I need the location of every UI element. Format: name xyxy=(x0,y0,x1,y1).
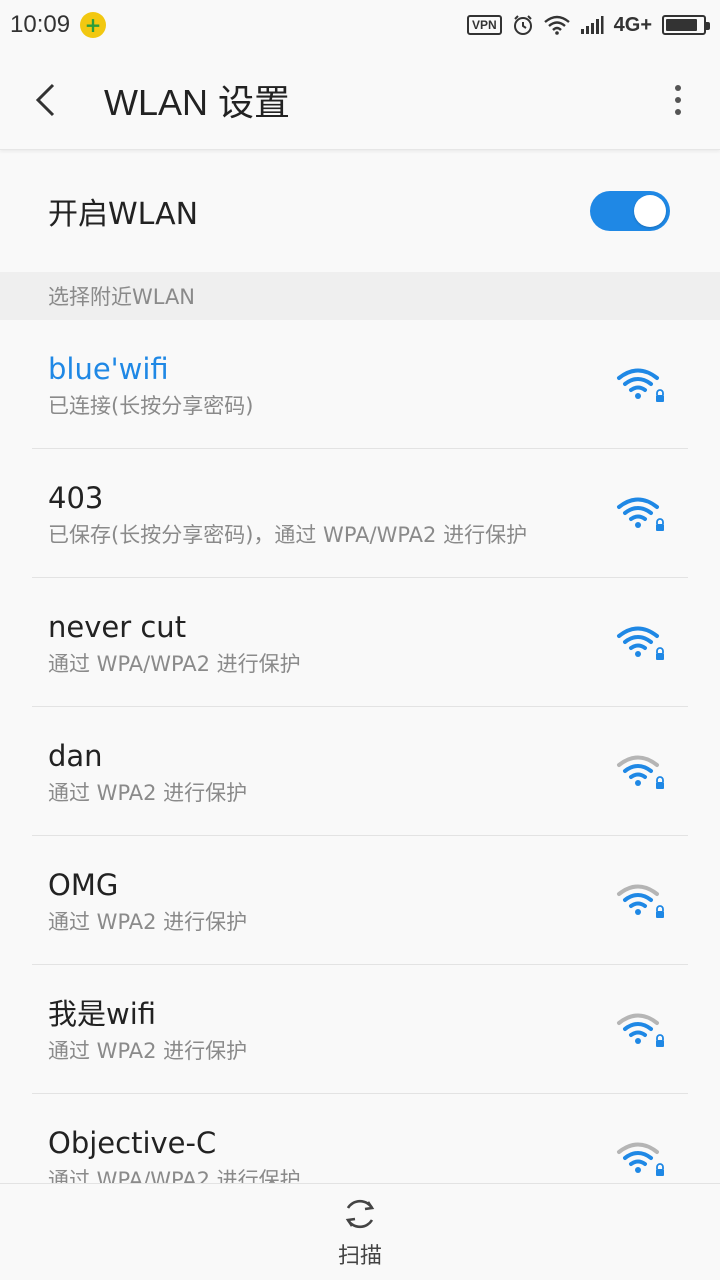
cellular-signal-icon xyxy=(580,16,604,34)
status-bar-right: VPN 4G+ xyxy=(466,13,710,37)
wifi-item-text: dan 通过 WPA2 进行保护 xyxy=(48,736,247,808)
vpn-icon: VPN xyxy=(466,15,502,35)
status-time: 10:09 xyxy=(10,11,71,38)
wifi-signal-locked-icon xyxy=(617,884,664,918)
wifi-name: 403 xyxy=(48,480,104,515)
wifi-item-text: 我是wifi 通过 WPA2 进行保护 xyxy=(48,994,247,1066)
refresh-icon xyxy=(345,1199,375,1229)
wlan-toggle-row[interactable]: 开启WLAN xyxy=(0,151,720,271)
wifi-signal-locked-icon xyxy=(617,368,664,402)
section-header: 选择附近WLAN xyxy=(0,272,720,320)
wifi-list-item[interactable]: 我是wifi 通过 WPA2 进行保护 xyxy=(0,965,720,1094)
more-vert-icon-dot xyxy=(675,85,681,91)
wifi-signal-locked-icon xyxy=(617,755,664,789)
back-button[interactable] xyxy=(0,50,90,150)
app-bar: WLAN 设置 xyxy=(0,50,720,150)
wifi-status: 通过 WPA2 进行保护 xyxy=(48,780,248,805)
wifi-icon xyxy=(543,15,570,35)
wifi-status: 通过 WPA2 进行保护 xyxy=(48,909,248,934)
battery-level xyxy=(666,19,697,31)
chevron-left-icon xyxy=(35,83,55,116)
wifi-status: 已保存(长按分享密码)，通过 WPA/WPA2 进行保护 xyxy=(48,522,528,547)
wifi-signal-locked-icon xyxy=(617,497,664,531)
wifi-name: 我是wifi xyxy=(48,996,157,1031)
scan-button[interactable]: 扫描 xyxy=(338,1194,382,1270)
wifi-list: blue'wifi 已连接(长按分享密码) 403 已保存(长按分享密码)，通过… xyxy=(0,320,720,1223)
wifi-list-item[interactable]: OMG 通过 WPA2 进行保护 xyxy=(0,836,720,965)
wifi-signal-locked-icon xyxy=(617,1142,664,1176)
wifi-list-item[interactable]: 403 已保存(长按分享密码)，通过 WPA/WPA2 进行保护 xyxy=(0,449,720,578)
status-bar-left: 10:09 + xyxy=(10,11,107,39)
alarm-icon xyxy=(513,15,532,35)
wifi-signal-locked-icon xyxy=(617,626,664,660)
bottom-bar: 扫描 xyxy=(0,1183,720,1280)
wifi-name: OMG xyxy=(48,867,119,902)
wifi-name: dan xyxy=(48,738,103,773)
wifi-status: 已连接(长按分享密码) xyxy=(48,393,254,418)
wifi-item-text: never cut 通过 WPA/WPA2 进行保护 xyxy=(48,607,301,679)
page-title: WLAN 设置 xyxy=(104,81,291,123)
wlan-toggle-label: 开启WLAN xyxy=(48,197,199,232)
battery-icon xyxy=(662,15,710,35)
more-options-button[interactable] xyxy=(666,80,690,120)
wifi-status: 通过 WPA2 进行保护 xyxy=(48,1038,248,1063)
wifi-item-text: blue'wifi 已连接(长按分享密码) xyxy=(48,349,253,421)
screen: 10:09 + VPN 4G+ WLAN 设置 开启WLAN 选择附近WLAN … xyxy=(0,0,720,1280)
wifi-list-item[interactable]: blue'wifi 已连接(长按分享密码) xyxy=(0,320,720,449)
more-vert-icon-dot xyxy=(675,97,681,103)
status-bar: 10:09 + VPN 4G+ xyxy=(0,0,720,50)
wifi-name: never cut xyxy=(48,609,187,644)
wifi-list-item[interactable]: dan 通过 WPA2 进行保护 xyxy=(0,707,720,836)
wifi-name: Objective-C xyxy=(48,1125,217,1160)
switch-knob xyxy=(634,195,666,227)
app-notification-icon: + xyxy=(80,12,107,38)
wifi-list-item[interactable]: never cut 通过 WPA/WPA2 进行保护 xyxy=(0,578,720,707)
wifi-item-text: 403 已保存(长按分享密码)，通过 WPA/WPA2 进行保护 xyxy=(48,478,527,550)
more-vert-icon-dot xyxy=(675,109,681,115)
wifi-item-text: OMG 通过 WPA2 进行保护 xyxy=(48,865,247,937)
scan-label: 扫描 xyxy=(337,1244,382,1269)
network-type: 4G+ xyxy=(613,13,652,36)
wifi-signal-locked-icon xyxy=(617,1013,664,1047)
wifi-status: 通过 WPA/WPA2 进行保护 xyxy=(48,651,301,676)
wlan-switch[interactable] xyxy=(590,191,670,231)
wifi-name: blue'wifi xyxy=(48,351,169,386)
